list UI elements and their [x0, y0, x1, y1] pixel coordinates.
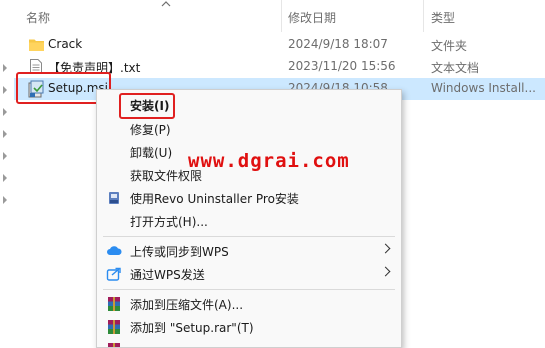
menu-item-open-with[interactable]: 打开方式(H)... [97, 210, 401, 232]
file-name: Crack [48, 37, 83, 51]
menu-item-repair[interactable]: 修复(P) [97, 118, 401, 140]
menu-item-label: 通过WPS发送 [130, 268, 205, 282]
column-divider[interactable] [423, 0, 424, 32]
expand-arrow-icon[interactable] [3, 152, 7, 160]
menu-item-upload-wps[interactable]: 上传或同步到WPS [97, 240, 401, 262]
highlight-box-install [119, 93, 175, 119]
menu-separator [103, 289, 395, 290]
menu-item-label: 使用Revo Uninstaller Pro安装 [130, 192, 299, 206]
column-divider[interactable] [281, 0, 282, 32]
expand-arrow-icon[interactable] [3, 86, 7, 94]
share-icon [106, 267, 121, 281]
menu-item-send-wps[interactable]: 通过WPS发送 [97, 263, 401, 285]
file-date: 2024/9/18 18:07 [288, 37, 388, 51]
menu-item-label: 打开方式(H)... [130, 215, 208, 229]
watermark-text: www.dgrai.com [188, 150, 350, 172]
expand-arrow-icon[interactable] [3, 130, 7, 138]
file-type: 文件夹 [431, 39, 468, 53]
menu-item-label: 上传或同步到WPS [130, 245, 229, 259]
winrar-icon [108, 297, 120, 311]
menu-item-label: 添加到 "Setup.rar"(T) [130, 321, 254, 335]
folder-icon [29, 39, 44, 51]
winrar-icon [108, 320, 120, 334]
menu-item-label: 卸载(U) [130, 146, 173, 160]
expand-arrow-icon[interactable] [3, 174, 7, 182]
menu-item-label: 修复(P) [130, 123, 171, 137]
column-header-name[interactable]: 名称 [26, 9, 50, 26]
submenu-arrow-icon [380, 266, 391, 277]
file-list-header: 名称 修改日期 类型 [14, 0, 545, 32]
menu-separator [103, 236, 395, 237]
menu-item-add-archive[interactable]: 添加到压缩文件(A)... [97, 293, 401, 315]
file-date: 2023/11/20 15:56 [288, 59, 396, 73]
submenu-arrow-icon [380, 243, 391, 254]
revo-uninstaller-icon [109, 192, 119, 204]
menu-item-add-rar[interactable]: 添加到 "Setup.rar"(T) [97, 316, 401, 338]
menu-item-label: 添加到压缩文件(A)... [130, 298, 244, 312]
menu-item-revo-install[interactable]: 使用Revo Uninstaller Pro安装 [97, 187, 401, 209]
sort-ascending-icon [161, 1, 171, 7]
cloud-icon [107, 246, 122, 255]
expand-arrow-icon[interactable] [3, 108, 7, 116]
file-type: 文本文档 [431, 61, 480, 75]
column-header-date[interactable]: 修改日期 [288, 9, 336, 26]
navigation-pane-strip [0, 0, 14, 346]
expand-arrow-icon[interactable] [3, 64, 7, 72]
column-header-type[interactable]: 类型 [431, 9, 455, 26]
winrar-icon [108, 343, 120, 347]
context-menu: 安装(I) 修复(P) 卸载(U) 获取文件权限 使用Revo Uninstal… [96, 89, 402, 348]
file-row-crack[interactable]: Crack 2024/9/18 18:07 文件夹 [14, 34, 545, 56]
file-type: Windows Install... [431, 81, 536, 95]
expand-arrow-icon[interactable] [3, 196, 7, 204]
